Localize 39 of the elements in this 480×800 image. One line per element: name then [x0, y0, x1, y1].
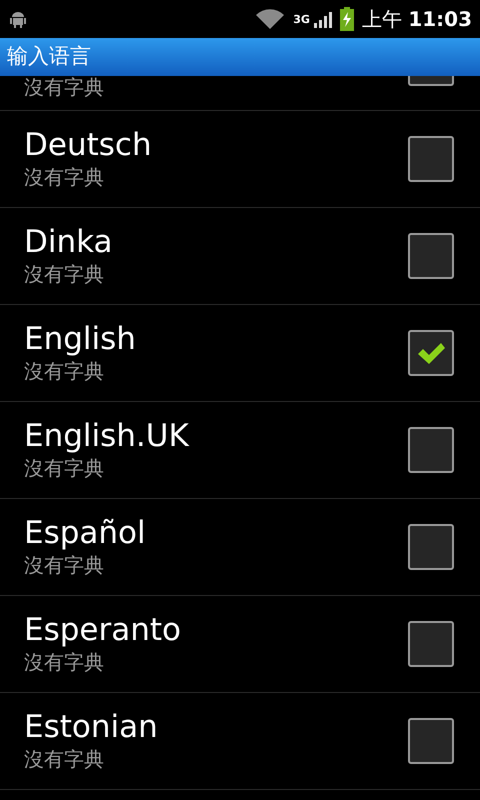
checkbox[interactable] — [408, 718, 454, 764]
battery-charging-icon — [340, 7, 354, 31]
wifi-icon — [255, 8, 286, 30]
language-name: Estonian — [24, 710, 159, 746]
language-item[interactable]: Estonian 沒有字典 — [0, 693, 480, 790]
language-item[interactable]: Esperanto 沒有字典 — [0, 596, 480, 693]
window-title: 输入语言 — [7, 43, 91, 70]
android-icon — [8, 9, 28, 29]
clock: 上午 11:03 — [362, 6, 472, 33]
checkbox[interactable] — [408, 76, 454, 86]
checkbox[interactable] — [408, 621, 454, 667]
checkbox[interactable] — [408, 330, 454, 376]
dictionary-status: 沒有字典 — [24, 260, 104, 287]
language-item[interactable]: Dinka 沒有字典 — [0, 208, 480, 305]
check-icon — [416, 341, 446, 365]
language-name: English.UK — [24, 419, 190, 455]
checkbox[interactable] — [408, 136, 454, 182]
language-item[interactable]: Español 沒有字典 — [0, 499, 480, 596]
language-name: Esperanto — [24, 613, 182, 649]
language-item[interactable]: English 沒有字典 — [0, 305, 480, 402]
dictionary-status: 沒有字典 — [24, 164, 104, 190]
language-name: English — [24, 322, 137, 358]
dictionary-status: 沒有字典 — [24, 746, 104, 772]
language-name: Deutsch — [24, 128, 153, 164]
checkbox[interactable] — [408, 427, 454, 473]
language-name: Dinka — [24, 225, 114, 261]
dictionary-status: 沒有字典 — [24, 454, 104, 481]
language-item[interactable]: English.UK 沒有字典 — [0, 402, 480, 499]
checkbox[interactable] — [408, 524, 454, 570]
language-item[interactable]: Deutsch 沒有字典 — [0, 111, 480, 208]
network-type: 3G — [293, 12, 310, 28]
checkbox[interactable] — [408, 233, 454, 279]
language-item[interactable]: 沒有字典 — [0, 76, 480, 111]
dictionary-status: 沒有字典 — [24, 648, 104, 675]
language-name: Español — [24, 516, 147, 552]
dictionary-status: 沒有字典 — [24, 552, 104, 578]
signal-icon — [314, 10, 332, 28]
dictionary-status: 沒有字典 — [24, 74, 104, 100]
dictionary-status: 沒有字典 — [24, 358, 104, 384]
